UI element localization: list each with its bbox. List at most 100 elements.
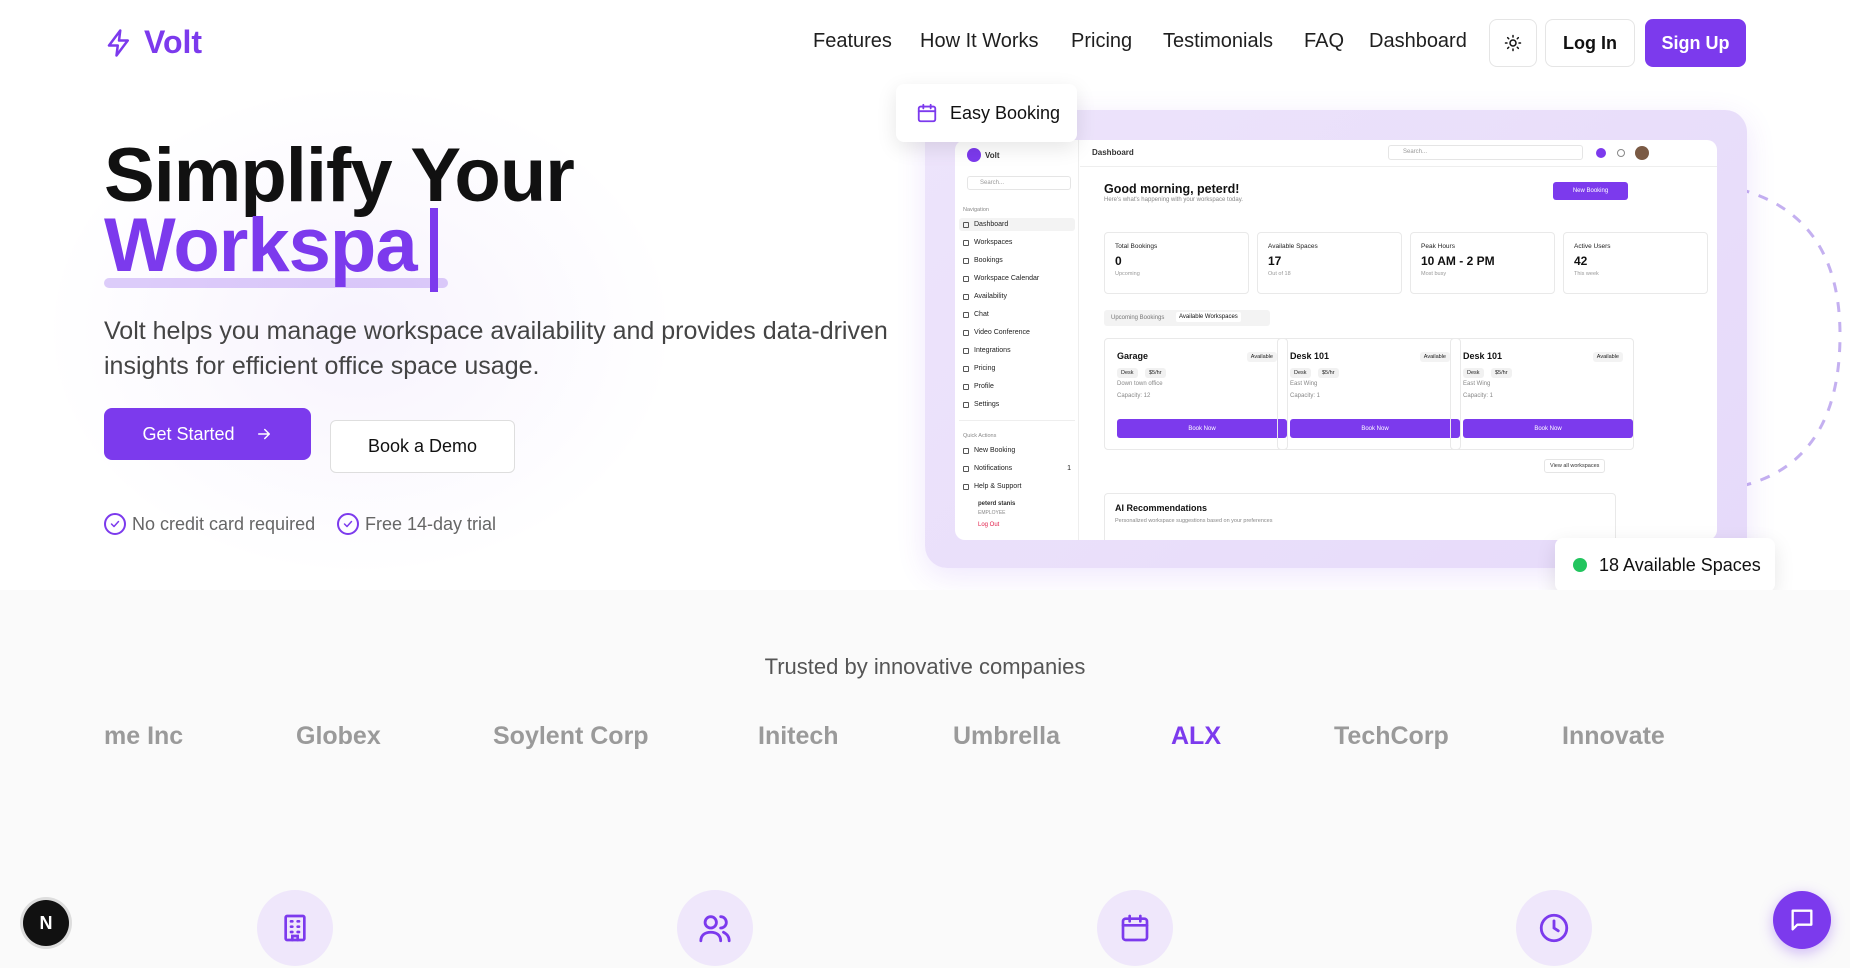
company-logo: Initech	[758, 722, 839, 750]
perk-no-credit-card: No credit card required	[104, 513, 315, 535]
get-started-label: Get Started	[142, 423, 235, 444]
hero-subtitle: Volt helps you manage workspace availabi…	[104, 317, 888, 380]
view-all-workspaces-button[interactable]: View all workspaces	[1544, 459, 1606, 473]
book-now-button[interactable]: Book Now	[1290, 419, 1460, 438]
dash-quick-new-booking[interactable]: New Booking	[963, 447, 1015, 454]
dash-nav-workspaces[interactable]: Workspaces	[963, 239, 1012, 246]
easy-booking-label: Easy Booking	[950, 102, 1061, 123]
nav-dashboard[interactable]: Dashboard	[1369, 30, 1467, 53]
dash-brand: Volt	[967, 148, 1000, 162]
logo[interactable]: Volt	[104, 24, 202, 61]
logo-text: Volt	[144, 24, 203, 60]
bell-icon[interactable]	[1596, 148, 1606, 158]
chat-icon	[1791, 909, 1813, 931]
dash-logo-icon	[967, 148, 981, 162]
stat-card: Total Bookings 0 Upcoming	[1104, 232, 1249, 294]
dash-nav-bookings[interactable]: Bookings	[963, 257, 1003, 264]
help-icon	[963, 483, 969, 490]
chat-button[interactable]	[1773, 891, 1831, 949]
dash-quick-help[interactable]: Help & Support	[963, 483, 1021, 490]
notif-count: 1	[1067, 465, 1071, 472]
dash-header-divider	[1080, 166, 1717, 167]
dash-nav-availability[interactable]: Availability	[963, 293, 1007, 300]
users-icon	[677, 890, 753, 966]
dash-user-name: peterd stanis	[978, 501, 1016, 507]
building-icon	[257, 890, 333, 966]
workspace-card: Desk 101 Available Desk $5/hr East Wing Cap…	[1277, 338, 1461, 450]
book-now-button[interactable]: Book Now	[1463, 419, 1633, 438]
trusted-title: Trusted by innovative companies	[764, 654, 1086, 679]
company-logo: Umbrella	[953, 722, 1060, 750]
login-button[interactable]: Log In	[1545, 19, 1635, 67]
lightning-icon	[107, 28, 129, 57]
clock-icon	[963, 293, 969, 300]
easy-booking-card: Easy Booking	[896, 84, 1077, 142]
available-spaces-card: 18 Available Spaces	[1555, 538, 1775, 592]
available-spaces-label: 18 Available Spaces	[1599, 554, 1761, 575]
stat-card: Peak Hours 10 AM - 2 PM Most busy	[1410, 232, 1555, 294]
tag-icon	[963, 365, 969, 372]
typing-cursor	[430, 208, 438, 292]
dash-search[interactable]: Search...	[1388, 145, 1583, 160]
company-logo-highlighted: ALX	[1171, 722, 1221, 750]
tab-available-workspaces[interactable]: Available Workspaces	[1176, 312, 1241, 322]
dash-side-divider	[959, 420, 1075, 421]
dashboard-preview: Volt Search... Navigation Dashboard Work…	[955, 140, 1717, 540]
check-circle-icon	[337, 513, 359, 535]
company-logo: TechCorp	[1334, 722, 1449, 750]
dash-title: Dashboard	[1092, 148, 1134, 157]
dash-new-booking-button[interactable]: New Booking	[1553, 182, 1628, 200]
nav-faq[interactable]: FAQ	[1304, 30, 1344, 53]
dash-nav-chat[interactable]: Chat	[963, 311, 989, 318]
workspace-card: Desk 101 Available Desk $5/hr East Wing Cap…	[1450, 338, 1634, 450]
plug-icon	[963, 347, 969, 354]
dash-nav-video[interactable]: Video Conference	[963, 329, 1030, 336]
arrow-right-icon	[257, 428, 270, 440]
nav-how-it-works[interactable]: How It Works	[920, 30, 1039, 53]
company-logo: Innovate	[1562, 722, 1665, 750]
perk-label: No credit card required	[132, 513, 316, 534]
sun-icon[interactable]	[1617, 149, 1625, 157]
theme-toggle-button[interactable]	[1489, 19, 1537, 67]
dash-nav-dashboard[interactable]: Dashboard	[963, 221, 1008, 228]
tab-upcoming-bookings[interactable]: Upcoming Bookings	[1111, 315, 1164, 321]
book-demo-button[interactable]: Book a Demo	[330, 420, 515, 473]
company-logo: Soylent Corp	[493, 722, 649, 750]
book-now-button[interactable]: Book Now	[1117, 419, 1287, 438]
dash-side-search[interactable]: Search...	[967, 176, 1071, 190]
dash-main: Dashboard Search... Good morning, peterd…	[1080, 140, 1717, 540]
dash-nav-profile[interactable]: Profile	[963, 383, 994, 390]
dash-nav-pricing[interactable]: Pricing	[963, 365, 995, 372]
dash-user-role: EMPLOYEE	[978, 510, 1006, 516]
ai-title: AI Recommendations	[1115, 503, 1208, 513]
nav-features[interactable]: Features	[813, 30, 892, 53]
avatar[interactable]	[1635, 146, 1649, 160]
site-header: Volt Features How It Works Pricing Testi…	[0, 0, 1850, 86]
company-logo: me Inc	[104, 722, 184, 750]
dash-nav-settings[interactable]: Settings	[963, 401, 999, 408]
company-logo: Globex	[296, 722, 381, 750]
dash-sidebar: Volt Search... Navigation Dashboard Work…	[955, 140, 1079, 540]
calendar-icon	[963, 257, 969, 264]
dash-quick-heading: Quick Actions	[963, 433, 997, 439]
dash-nav-integrations[interactable]: Integrations	[963, 347, 1011, 354]
video-icon	[963, 329, 969, 336]
stat-card: Active Users 42 This week	[1563, 232, 1708, 294]
calendar-icon	[963, 275, 969, 282]
nav-pricing[interactable]: Pricing	[1071, 30, 1132, 53]
dash-brand-text: Volt	[985, 150, 1000, 160]
dash-logout[interactable]: Log Out	[978, 522, 999, 528]
grid-icon	[963, 221, 969, 228]
get-started-button[interactable]: Get Started	[104, 408, 311, 460]
nav-testimonials[interactable]: Testimonials	[1163, 30, 1273, 53]
dash-quick-notifications[interactable]: Notifications 1	[963, 465, 1071, 472]
gear-icon	[963, 401, 969, 408]
dash-nav-calendar[interactable]: Workspace Calendar	[963, 275, 1039, 282]
clock-icon	[1516, 890, 1592, 966]
signup-button[interactable]: Sign Up	[1645, 19, 1746, 67]
next-dev-badge[interactable]: N	[23, 900, 69, 946]
bell-icon	[963, 465, 969, 472]
dash-nav-heading: Navigation	[963, 207, 989, 213]
ai-recommendations-card: AI Recommendations Personalized workspac…	[1104, 493, 1616, 540]
calendar-icon	[1097, 890, 1173, 966]
